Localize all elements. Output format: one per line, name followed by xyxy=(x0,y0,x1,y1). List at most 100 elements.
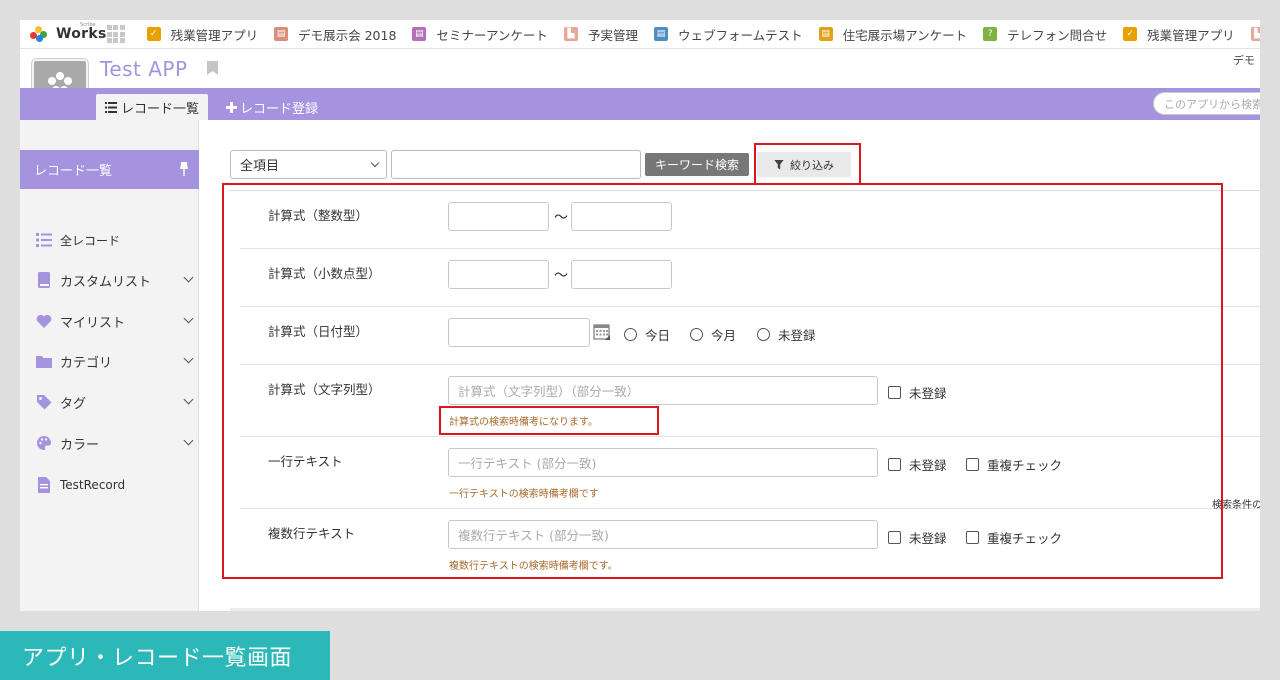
filter-label: 計算式（整数型） xyxy=(268,208,369,223)
app-shortcut[interactable]: ▤ デモ展示会 2018 xyxy=(274,25,396,44)
chevron-down-icon[interactable] xyxy=(183,435,194,446)
multi-line-hint: 複数行テキストの検索時備考欄です。 xyxy=(449,561,618,572)
app-shortcut[interactable]: ▤ セミナーアンケート xyxy=(412,25,548,44)
bookmark-icon[interactable] xyxy=(207,61,218,75)
radio-circle xyxy=(757,328,770,341)
single-line-text-input[interactable]: 一行テキスト (部分一致) xyxy=(448,448,878,477)
app-shortcut-label: 住宅展示場アンケート xyxy=(842,27,968,43)
field-select-value: 全項目 xyxy=(240,159,280,174)
app-shortcuts: ✓ 残業管理アプリ ▤ デモ展示会 2018 ▤ セミナーアンケート ▙ 予実管理 ▤ ウェブフォ… xyxy=(146,25,1260,44)
decimal-to-input[interactable] xyxy=(571,260,672,289)
app-shortcut-icon: ▙ xyxy=(1250,27,1260,41)
formula-unregistered-checkbox[interactable]: 未登録 xyxy=(888,383,947,402)
app-search-placeholder: このアプリから検索 xyxy=(1164,97,1260,111)
sidebar-item[interactable]: タグ xyxy=(36,390,194,414)
document-icon xyxy=(36,477,52,493)
app-grid-icon[interactable] xyxy=(106,25,125,43)
keyword-input[interactable] xyxy=(391,150,641,179)
sidebar-item[interactable]: カラー xyxy=(36,431,194,455)
radio-unregistered-label: 未登録 xyxy=(778,328,816,343)
app-shortcut[interactable]: ▤ 住宅展示場アンケート xyxy=(818,25,968,44)
pin-icon[interactable] xyxy=(179,162,189,176)
checkbox-label: 未登録 xyxy=(909,531,947,546)
sidebar-item[interactable]: TestRecord xyxy=(36,473,192,497)
funnel-icon xyxy=(774,159,784,170)
field-select[interactable]: 全項目 xyxy=(230,150,387,179)
tab-record-list-label: レコード一覧 xyxy=(120,101,199,117)
sidebar-item[interactable]: カテゴリ xyxy=(36,349,194,373)
multi-line-duplicate-checkbox[interactable]: 重複チェック xyxy=(966,528,1062,547)
app-shortcut-icon: ? xyxy=(983,27,998,41)
brand-sub: Scribe xyxy=(80,22,96,28)
app-shortcut[interactable]: ? テレフォン問合せ xyxy=(983,25,1107,44)
radio-this-month[interactable]: 今月 xyxy=(690,325,736,344)
brand-logo[interactable]: Works Scribe xyxy=(30,22,107,42)
tab-record-add[interactable]: レコード登録 xyxy=(226,95,318,119)
app-shortcut[interactable]: ✓ 残業管理アプリ xyxy=(146,25,258,44)
decimal-from-input[interactable] xyxy=(448,260,549,289)
filter-row: 計算式（文字列型） 計算式（文字列型）（部分一致） 未登録 計算式の検索時備考に… xyxy=(240,365,1260,437)
sidebar-heading-label: レコード一覧 xyxy=(34,164,113,179)
filter-tab[interactable]: 絞り込み xyxy=(757,152,851,177)
radio-today-label: 今日 xyxy=(645,328,671,343)
app-shortcut[interactable]: ▙予実管理 xyxy=(1250,25,1260,44)
filter-row: 一行テキスト 一行テキスト (部分一致) 未登録 重複チェック 一行テキストの検… xyxy=(240,437,1260,509)
sidebar-heading[interactable]: レコード一覧 xyxy=(20,150,199,189)
filter-label: 複数行テキスト xyxy=(268,526,356,541)
multi-line-text-input[interactable]: 複数行テキスト (部分一致) xyxy=(448,520,878,549)
app-shortcut-label: 予実管理 xyxy=(587,27,638,43)
checkbox-label: 未登録 xyxy=(909,458,947,473)
formula-text-input[interactable]: 計算式（文字列型）（部分一致） xyxy=(448,376,878,405)
app-shortcut-icon: ▙ xyxy=(563,27,578,41)
app-shortcut[interactable]: ▙ 予実管理 xyxy=(563,25,638,44)
main-content: 全項目 キーワード検索 絞り込み 計算式（整数型） ～ 計算式（小数点型） ～ xyxy=(220,140,1260,611)
tab-record-list[interactable]: レコード一覧 xyxy=(96,94,208,120)
sidebar-item[interactable]: 全レコード xyxy=(36,228,192,252)
filter-row: 計算式（小数点型） ～ xyxy=(240,249,1260,307)
single-line-duplicate-checkbox[interactable]: 重複チェック xyxy=(966,455,1062,474)
sidebar-item[interactable]: マイリスト xyxy=(36,309,194,333)
app-window: Works Scribe ✓ 残業管理アプリ ▤ デモ展示会 2018 ▤ セミナーアンケ… xyxy=(20,20,1260,611)
single-line-unregistered-checkbox[interactable]: 未登録 xyxy=(888,455,947,474)
sidebar-item-label: カラー xyxy=(60,437,100,453)
chevron-down-icon[interactable] xyxy=(183,353,194,364)
chevron-down-icon[interactable] xyxy=(183,394,194,405)
app-search-input[interactable]: このアプリから検索 xyxy=(1153,92,1260,115)
multi-line-placeholder: 複数行テキスト (部分一致) xyxy=(458,528,609,543)
chevron-down-icon[interactable] xyxy=(183,313,194,324)
sidebar-item-label: マイリスト xyxy=(60,315,126,331)
radio-circle xyxy=(624,328,637,341)
app-shortcut[interactable]: ✓ 残業管理アプリ xyxy=(1123,25,1235,44)
user-name[interactable]: デモ xyxy=(1233,52,1255,68)
filter-row: 複数行テキスト 複数行テキスト (部分一致) 未登録 重複チェック 複数行テキス… xyxy=(240,509,1260,581)
app-shortcut-icon: ▤ xyxy=(412,27,427,41)
sidebar-item[interactable]: カスタムリスト xyxy=(36,268,194,292)
formula-text-placeholder: 計算式（文字列型）（部分一致） xyxy=(458,384,640,399)
formula-hint: 計算式の検索時備考になります。 xyxy=(449,417,598,428)
logo-mark-icon xyxy=(30,26,52,42)
list-icon xyxy=(36,232,52,248)
radio-this-month-label: 今月 xyxy=(711,328,737,343)
chevron-down-icon[interactable] xyxy=(183,272,194,283)
app-shortcut[interactable]: ▤ ウェブフォームテスト xyxy=(653,25,803,44)
integer-to-input[interactable] xyxy=(571,202,672,231)
integer-from-input[interactable] xyxy=(448,202,549,231)
calendar-icon[interactable] xyxy=(593,323,611,341)
palette-icon xyxy=(36,435,52,451)
checkbox-box xyxy=(888,458,901,471)
radio-circle xyxy=(690,328,703,341)
checkbox-box xyxy=(966,458,979,471)
date-input[interactable] xyxy=(448,318,590,347)
screen-caption: アプリ・レコード一覧画面 xyxy=(0,631,330,680)
app-shortcut-label: ウェブフォームテスト xyxy=(677,27,803,43)
radio-today[interactable]: 今日 xyxy=(624,325,670,344)
filter-panel: 計算式（整数型） ～ 計算式（小数点型） ～ 計算式（日付型） 今日 今月 未登… xyxy=(230,190,1260,598)
page-title: Test APP xyxy=(100,57,188,81)
top-app-bar: Works Scribe ✓ 残業管理アプリ ▤ デモ展示会 2018 ▤ セミナーアンケ… xyxy=(20,20,1260,49)
radio-unregistered[interactable]: 未登録 xyxy=(757,325,816,344)
multi-line-unregistered-checkbox[interactable]: 未登録 xyxy=(888,528,947,547)
search-conditions-text: 検索条件の xyxy=(1212,500,1260,511)
keyword-search-button[interactable]: キーワード検索 xyxy=(645,153,749,176)
range-separator: ～ xyxy=(554,268,568,284)
sidebar-item-label: カテゴリ xyxy=(60,355,113,371)
